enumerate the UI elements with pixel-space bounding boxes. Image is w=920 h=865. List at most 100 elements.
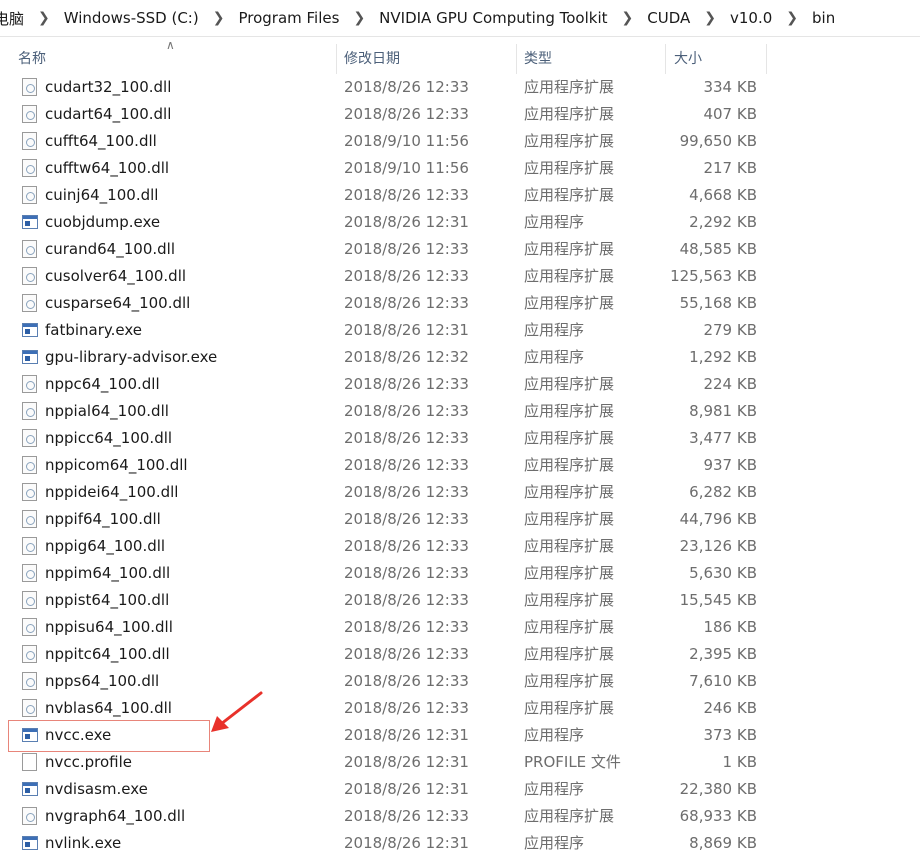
dll-file-icon (22, 645, 37, 663)
breadcrumb-item-pc[interactable]: 电脑 (0, 8, 28, 29)
column-divider[interactable] (665, 44, 666, 74)
file-row[interactable]: nppif64_100.dll 2018/8/26 12:33 应用程序扩展 44,7… (0, 506, 920, 533)
file-name: fatbinary.exe (45, 321, 143, 339)
file-size: 99,650 KB (679, 132, 757, 150)
file-type: 应用程序扩展 (524, 618, 615, 636)
dll-file-icon (22, 699, 37, 717)
file-modified-date: 2018/8/26 12:31 (344, 753, 469, 771)
column-divider[interactable] (766, 44, 767, 74)
file-row[interactable]: curand64_100.dll 2018/8/26 12:33 应用程序扩展 48,… (0, 236, 920, 263)
file-row[interactable]: nppc64_100.dll 2018/8/26 12:33 应用程序扩展 224 K… (0, 371, 920, 398)
breadcrumb-item-program-files[interactable]: Program Files (234, 9, 343, 27)
file-type: 应用程序扩展 (524, 240, 615, 258)
file-row[interactable]: gpu-library-advisor.exe 2018/8/26 12:32 应用… (0, 344, 920, 371)
file-size: 373 KB (703, 726, 757, 744)
chevron-right-icon[interactable]: ❯ (343, 10, 375, 26)
file-row[interactable]: nvlink.exe 2018/8/26 12:31 应用程序 8,869 KB (0, 830, 920, 857)
file-row[interactable]: cusolver64_100.dll 2018/8/26 12:33 应用程序扩展 1… (0, 263, 920, 290)
file-row[interactable]: nppial64_100.dll 2018/8/26 12:33 应用程序扩展 8,9… (0, 398, 920, 425)
file-row[interactable]: nvblas64_100.dll 2018/8/26 12:33 应用程序扩展 246… (0, 695, 920, 722)
chevron-right-icon[interactable]: ❯ (612, 10, 644, 26)
dll-file-icon (22, 402, 37, 420)
column-header-row: ∧ 名称 修改日期 类型 大小 (0, 38, 920, 74)
file-name: nppisu64_100.dll (45, 618, 173, 636)
file-modified-date: 2018/9/10 11:56 (344, 159, 469, 177)
column-divider[interactable] (336, 44, 337, 74)
file-row[interactable]: cuobjdump.exe 2018/8/26 12:31 应用程序 2,292 KB (0, 209, 920, 236)
file-name: curand64_100.dll (45, 240, 175, 258)
file-row[interactable]: cufftw64_100.dll 2018/9/10 11:56 应用程序扩展 217… (0, 155, 920, 182)
file-row[interactable]: cuinj64_100.dll 2018/8/26 12:33 应用程序扩展 4,66… (0, 182, 920, 209)
file-row[interactable]: nppim64_100.dll 2018/8/26 12:33 应用程序扩展 5,63… (0, 560, 920, 587)
file-modified-date: 2018/8/26 12:33 (344, 618, 469, 636)
file-modified-date: 2018/8/26 12:32 (344, 348, 469, 366)
file-row[interactable]: nppist64_100.dll 2018/8/26 12:33 应用程序扩展 15,… (0, 587, 920, 614)
column-header-name[interactable]: 名称 (18, 44, 46, 74)
chevron-right-icon[interactable]: ❯ (694, 10, 726, 26)
file-type: 应用程序扩展 (524, 294, 615, 312)
file-row[interactable]: cudart64_100.dll 2018/8/26 12:33 应用程序扩展 407… (0, 101, 920, 128)
file-row[interactable]: nvgraph64_100.dll 2018/8/26 12:33 应用程序扩展 68… (0, 803, 920, 830)
exe-file-icon (22, 350, 38, 364)
file-modified-date: 2018/8/26 12:33 (344, 483, 469, 501)
file-modified-date: 2018/8/26 12:31 (344, 213, 469, 231)
dll-file-icon (22, 456, 37, 474)
file-modified-date: 2018/8/26 12:33 (344, 267, 469, 285)
column-header-type[interactable]: 类型 (524, 44, 552, 74)
breadcrumb-item-drive[interactable]: Windows-SSD (C:) (60, 9, 203, 27)
column-divider[interactable] (516, 44, 517, 74)
file-name: cudart64_100.dll (45, 105, 172, 123)
file-size: 48,585 KB (679, 240, 757, 258)
file-row[interactable]: nppitc64_100.dll 2018/8/26 12:33 应用程序扩展 2,3… (0, 641, 920, 668)
file-type: 应用程序 (524, 348, 585, 366)
file-size: 3,477 KB (689, 429, 757, 447)
dll-file-icon (22, 510, 37, 528)
exe-file-icon (22, 323, 38, 337)
exe-file-icon (22, 836, 38, 850)
file-size: 5,630 KB (689, 564, 757, 582)
breadcrumb-item-toolkit[interactable]: NVIDIA GPU Computing Toolkit (375, 9, 611, 27)
file-type: 应用程序扩展 (524, 132, 615, 150)
file-row[interactable]: nvcc.profile 2018/8/26 12:31 PROFILE 文件 1 K… (0, 749, 920, 776)
column-header-size[interactable]: 大小 (674, 44, 702, 74)
breadcrumb-item-version[interactable]: v10.0 (726, 9, 776, 27)
file-size: 55,168 KB (679, 294, 757, 312)
dll-file-icon (22, 240, 37, 258)
file-type: 应用程序 (524, 321, 585, 339)
file-row[interactable]: nppisu64_100.dll 2018/8/26 12:33 应用程序扩展 186… (0, 614, 920, 641)
breadcrumb-item-cuda[interactable]: CUDA (643, 9, 694, 27)
file-type: 应用程序扩展 (524, 807, 615, 825)
column-header-date[interactable]: 修改日期 (344, 44, 400, 74)
file-type: 应用程序扩展 (524, 456, 615, 474)
file-row[interactable]: nppicom64_100.dll 2018/8/26 12:33 应用程序扩展 93… (0, 452, 920, 479)
file-modified-date: 2018/8/26 12:33 (344, 456, 469, 474)
file-row[interactable]: nppig64_100.dll 2018/8/26 12:33 应用程序扩展 23,1… (0, 533, 920, 560)
file-row[interactable]: nvdisasm.exe 2018/8/26 12:31 应用程序 22,380 KB (0, 776, 920, 803)
dll-file-icon (22, 105, 37, 123)
file-row[interactable]: npps64_100.dll 2018/8/26 12:33 应用程序扩展 7,610… (0, 668, 920, 695)
file-name: nppial64_100.dll (45, 402, 169, 420)
chevron-right-icon[interactable]: ❯ (203, 10, 235, 26)
file-row[interactable]: cufft64_100.dll 2018/9/10 11:56 应用程序扩展 99,6… (0, 128, 920, 155)
file-size: 1,292 KB (689, 348, 757, 366)
file-size: 279 KB (703, 321, 757, 339)
file-type: 应用程序 (524, 834, 585, 852)
file-name: nppig64_100.dll (45, 537, 166, 555)
file-name: nppist64_100.dll (45, 591, 170, 609)
highlight-annotation-box (8, 720, 210, 752)
file-row[interactable]: cusparse64_100.dll 2018/8/26 12:33 应用程序扩展 5… (0, 290, 920, 317)
file-type: 应用程序扩展 (524, 78, 615, 96)
chevron-right-icon[interactable]: ❯ (28, 10, 60, 26)
file-row[interactable]: nppidei64_100.dll 2018/8/26 12:33 应用程序扩展 6,… (0, 479, 920, 506)
chevron-right-icon[interactable]: ❯ (776, 10, 808, 26)
file-type: 应用程序扩展 (524, 510, 615, 528)
file-modified-date: 2018/9/10 11:56 (344, 132, 469, 150)
file-row[interactable]: nppicc64_100.dll 2018/8/26 12:33 应用程序扩展 3,4… (0, 425, 920, 452)
file-modified-date: 2018/8/26 12:33 (344, 591, 469, 609)
red-arrow-icon (211, 691, 263, 732)
file-row[interactable]: cudart32_100.dll 2018/8/26 12:33 应用程序扩展 334… (0, 74, 920, 101)
file-modified-date: 2018/8/26 12:33 (344, 537, 469, 555)
file-row[interactable]: fatbinary.exe 2018/8/26 12:31 应用程序 279 KB (0, 317, 920, 344)
breadcrumb-item-bin[interactable]: bin (808, 9, 839, 27)
file-name: cufftw64_100.dll (45, 159, 170, 177)
